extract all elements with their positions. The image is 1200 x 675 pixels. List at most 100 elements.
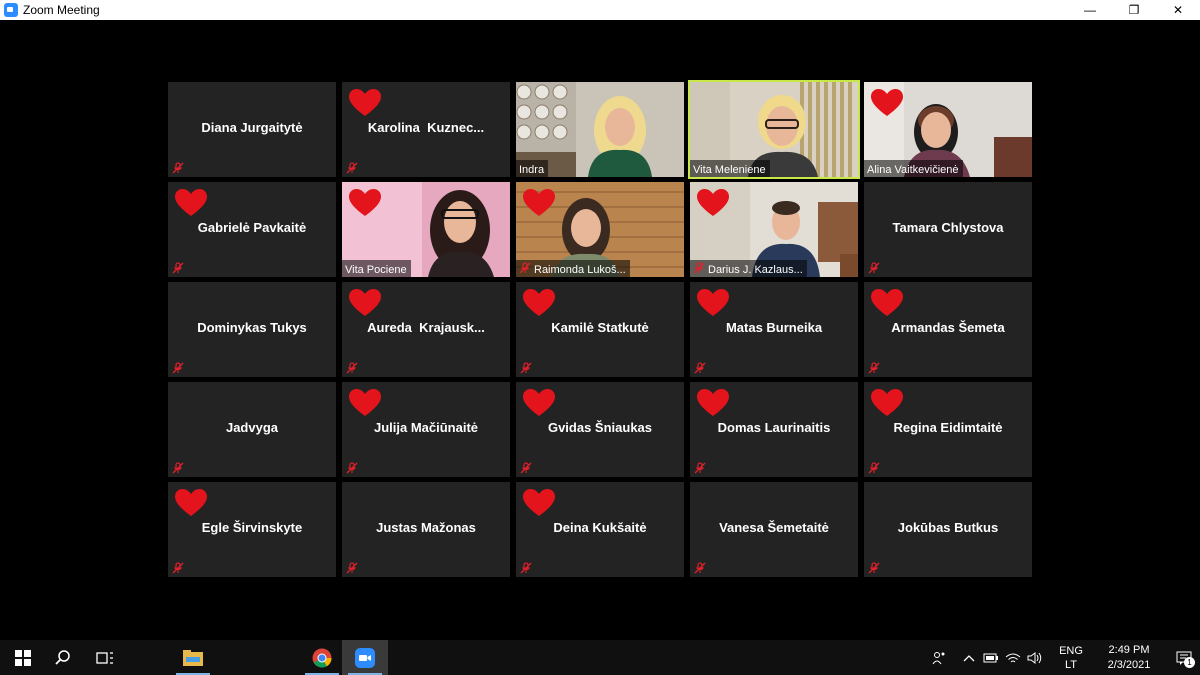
participant-tile[interactable]: Deina Kukšaitė [516,482,684,577]
minimize-button[interactable]: — [1068,0,1112,20]
participant-tile[interactable]: Armandas Šemeta [864,282,1032,377]
keyboard-layout: LT [1064,658,1078,671]
heart-reaction-icon [348,188,382,218]
heart-reaction-icon [870,288,904,318]
participant-name: Gabrielė Pavkaitė [197,220,307,235]
heart-reaction-icon [348,388,382,418]
task-view-icon [96,651,113,664]
participant-tile[interactable]: Raimonda Lukoš... [516,182,684,277]
participant-name: Raimonda Lukoš... [534,263,626,276]
participant-name: Alina Vaitkevičienė [867,163,959,176]
close-button[interactable]: ✕ [1156,0,1200,20]
battery-icon[interactable] [980,640,1002,675]
muted-mic-icon [694,561,706,574]
muted-mic-icon [520,461,532,474]
gallery-view: Diana Jurgaitytė Karolina Kuznec... Indra… [0,20,1200,640]
heart-reaction-icon [522,388,556,418]
participant-tile[interactable]: Jokūbas Butkus [864,482,1032,577]
participant-tile[interactable]: Indra [516,82,684,177]
participant-tile[interactable]: Justas Mažonas [342,482,510,577]
muted-mic-icon [694,361,706,374]
heart-reaction-icon [696,388,730,418]
participant-tile[interactable]: Julija Mačiūnaitė [342,382,510,477]
task-view-button[interactable] [82,640,128,675]
file-explorer-icon [183,649,203,666]
participant-tile[interactable]: Dominykas Tukys [168,282,336,377]
participant-tile[interactable]: Tamara Chlystova [864,182,1032,277]
participant-tile[interactable]: Domas Laurinaitis [690,382,858,477]
participant-name-label: Darius J. Kazlaus... [690,260,807,277]
zoom-app-icon [4,3,18,17]
search-icon [55,649,70,665]
muted-mic-icon [520,361,532,374]
participant-name: Jokūbas Butkus [897,520,999,535]
muted-mic-icon [868,561,880,574]
muted-mic-icon [346,361,358,374]
participant-tile[interactable]: Matas Burneika [690,282,858,377]
search-button[interactable] [40,640,86,675]
wifi-icon[interactable] [1002,640,1024,675]
system-tray: ENG LT 2:49 PM 2/3/2021 1 [928,640,1200,675]
notification-count: 1 [1184,657,1195,668]
heart-reaction-icon [174,188,208,218]
participant-name: Karolina Kuznec... [367,120,485,135]
participant-name: Gvidas Šniaukas [547,420,653,435]
muted-mic-icon [520,561,532,574]
participant-tile[interactable]: Regina Eidimtaitė [864,382,1032,477]
participant-name: Justas Mažonas [376,520,476,535]
chevron-up-icon[interactable] [958,640,980,675]
muted-mic-icon [693,262,705,277]
participant-tile[interactable]: Vanesa Šemetaitė [690,482,858,577]
input-language[interactable]: ENG LT [1056,644,1086,672]
participant-name-label: Indra [516,160,549,177]
participant-name: Matas Burneika [725,320,823,335]
muted-mic-icon [694,461,706,474]
participant-tile[interactable]: Karolina Kuznec... [342,82,510,177]
start-icon [15,649,31,666]
participant-tile[interactable]: Alina Vaitkevičienė [864,82,1032,177]
heart-reaction-icon [522,288,556,318]
participant-name: Darius J. Kazlaus... [708,263,803,276]
participant-tile[interactable]: Vita Pociene [342,182,510,277]
participant-name: Deina Kukšaitė [553,520,647,535]
chrome-button[interactable] [299,640,345,675]
window-controls: — ❐ ✕ [1068,0,1200,20]
participant-name: Domas Laurinaitis [717,420,831,435]
participant-tile[interactable]: Diana Jurgaitytė [168,82,336,177]
muted-mic-icon [519,262,531,277]
participant-name-label: Alina Vaitkevičienė [864,160,963,177]
volume-icon[interactable] [1024,640,1046,675]
file-explorer-button[interactable] [170,640,216,675]
window-titlebar: Zoom Meeting — ❐ ✕ [0,0,1200,20]
participant-tile[interactable]: Vita Meleniene [688,80,860,179]
participant-tile[interactable]: Kamilė Statkutė [516,282,684,377]
participant-name: Vita Meleniene [693,163,766,176]
people-icon[interactable] [928,640,950,675]
participant-tile[interactable]: Jadvyga [168,382,336,477]
windows-taskbar: ENG LT 2:49 PM 2/3/2021 1 [0,640,1200,675]
participant-tile[interactable]: Egle Širvinskyte [168,482,336,577]
muted-mic-icon [346,161,358,174]
muted-mic-icon [868,361,880,374]
clock[interactable]: 2:49 PM 2/3/2021 [1098,643,1160,673]
participant-name: Vanesa Šemetaitė [719,520,829,535]
chrome-icon [312,648,332,667]
zoom-icon [355,647,375,668]
heart-reaction-icon [522,488,556,518]
participant-name: Tamara Chlystova [892,220,1004,235]
participant-tile[interactable]: Aureda Krajausk... [342,282,510,377]
participant-name: Diana Jurgaitytė [201,120,303,135]
heart-reaction-icon [522,188,556,218]
zoom-button[interactable] [342,640,388,675]
participant-name-label: Raimonda Lukoš... [516,260,630,277]
restore-button[interactable]: ❐ [1112,0,1156,20]
muted-mic-icon [868,461,880,474]
participant-name: Armandas Šemeta [891,320,1005,335]
participant-tile[interactable]: Darius J. Kazlaus... [690,182,858,277]
participant-tile[interactable]: Gabrielė Pavkaitė [168,182,336,277]
action-center-button[interactable]: 1 [1168,640,1200,675]
participant-name: Aureda Krajausk... [367,320,485,335]
heart-reaction-icon [348,88,382,118]
participant-tile[interactable]: Gvidas Šniaukas [516,382,684,477]
heart-reaction-icon [696,288,730,318]
